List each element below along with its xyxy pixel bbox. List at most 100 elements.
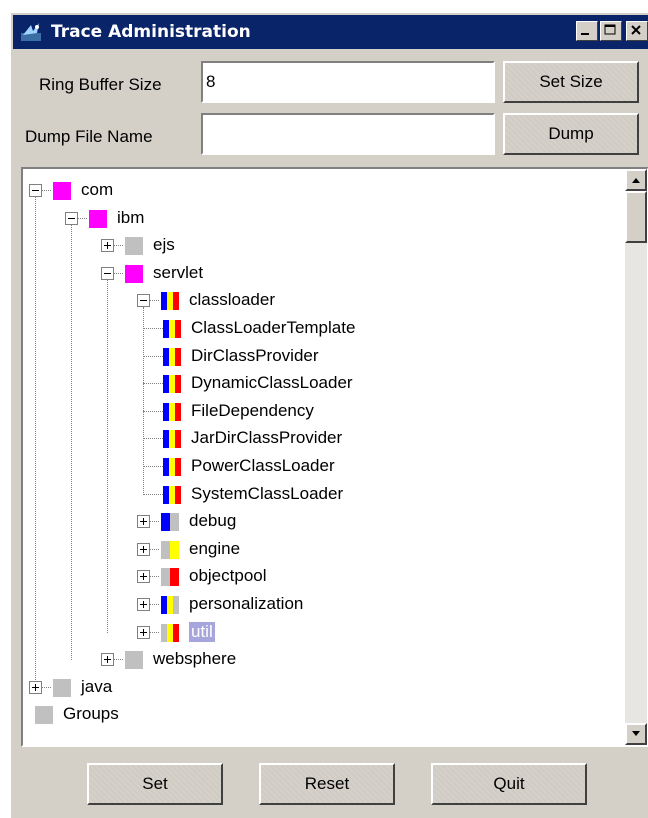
tree-guide-line: [143, 438, 163, 440]
tree-node[interactable]: JarDirClassProvider: [23, 425, 613, 453]
collapse-icon[interactable]: [101, 266, 114, 280]
ring-buffer-label: Ring Buffer Size: [39, 75, 162, 94]
tree-guide-line: [143, 355, 163, 357]
tree-node[interactable]: DirClassProvider: [23, 343, 613, 371]
tree-node-label: com: [81, 180, 114, 199]
state-blue-yellow-red-icon: [163, 458, 181, 476]
dump-button[interactable]: Dump: [503, 113, 639, 155]
scroll-down-button[interactable]: [625, 723, 647, 745]
state-blue-yellow-red-icon: [163, 430, 181, 449]
state-yellow-icon: [161, 540, 179, 559]
tree-node-label: PowerClassLoader: [191, 456, 335, 475]
tree-guide-line: [150, 604, 159, 605]
dump-file-label: Dump File Name: [25, 127, 153, 146]
trace-tree[interactable]: com ibm ejs servlet classloader ClassLoaderTe…: [23, 169, 621, 745]
tree-node[interactable]: com: [23, 177, 613, 205]
tree-node-label: personalization: [189, 594, 304, 613]
expand-icon[interactable]: [137, 625, 150, 639]
collapse-icon[interactable]: [137, 294, 150, 308]
state-magenta-icon: [53, 182, 71, 200]
tree-node[interactable]: engine: [23, 536, 613, 564]
app-icon: [19, 21, 45, 43]
tree-node[interactable]: util: [23, 619, 613, 647]
state-gray-icon: [53, 678, 71, 697]
state-gray-icon: [125, 651, 143, 670]
state-gray-icon: [35, 706, 53, 725]
tree-guide-line: [150, 576, 159, 578]
tree-guide-line: [150, 300, 159, 302]
tree-guide-line: [114, 272, 123, 274]
tree-node[interactable]: websphere: [23, 646, 613, 674]
state-blue-yellow-red-icon: [163, 375, 181, 394]
ring-buffer-input[interactable]: [201, 61, 495, 103]
tree-node-label: ibm: [117, 207, 145, 227]
tree-node[interactable]: personalization: [23, 591, 613, 619]
tree-node-label: websphere: [153, 649, 237, 669]
maximize-button[interactable]: [600, 21, 622, 41]
tree-node-label: FileDependency: [191, 400, 314, 420]
tree-node-label: classloader: [189, 290, 275, 310]
scroll-up-button[interactable]: [625, 169, 647, 191]
tree-guide-line: [143, 383, 163, 385]
set-size-button[interactable]: Set Size: [503, 61, 639, 103]
tree-guide-line: [143, 493, 163, 495]
tree-node[interactable]: java: [23, 674, 613, 702]
arrow-up-icon: [632, 178, 640, 183]
tree-node-label: ClassLoaderTemplate: [191, 318, 356, 337]
tree-node-label: Groups: [63, 704, 119, 724]
state-blue-yellow-red-icon: [163, 320, 181, 338]
tree-node-label: JarDirClassProvider: [191, 428, 343, 448]
tree-node[interactable]: PowerClassLoader: [23, 453, 613, 481]
state-gray-icon: [125, 237, 143, 256]
scroll-thumb[interactable]: [625, 191, 647, 243]
tree-node[interactable]: ejs: [23, 232, 613, 260]
expand-icon[interactable]: [101, 653, 114, 667]
tree-node-label: DynamicClassLoader: [191, 373, 353, 393]
scroll-track[interactable]: [625, 191, 647, 723]
set-button[interactable]: Set: [87, 763, 223, 805]
tree-guide-line: [143, 410, 163, 412]
expand-icon[interactable]: [137, 570, 150, 584]
tree-guide-line: [114, 245, 123, 247]
tree-guide-line: [114, 659, 123, 661]
tree-node-label: objectpool: [189, 566, 267, 586]
tree-node[interactable]: objectpool: [23, 563, 613, 591]
tree-guide-line: [143, 466, 163, 467]
tree-node[interactable]: servlet: [23, 260, 613, 288]
tree-node[interactable]: classloader: [23, 287, 613, 315]
tree-node-label: servlet: [153, 262, 204, 282]
minimize-icon: [581, 33, 589, 35]
tree-node[interactable]: ClassLoaderTemplate: [23, 315, 613, 343]
tree-node-label: util: [189, 621, 215, 642]
expand-icon[interactable]: [29, 680, 42, 694]
close-button[interactable]: [626, 21, 648, 41]
tree-guide-line: [143, 328, 163, 329]
title-bar[interactable]: Trace Administration: [13, 15, 648, 49]
tree-node-label: ejs: [153, 235, 175, 255]
tree-node-label: debug: [189, 511, 237, 531]
collapse-icon[interactable]: [29, 184, 42, 197]
expand-icon[interactable]: [137, 598, 150, 611]
expand-icon[interactable]: [101, 239, 114, 253]
tree-node[interactable]: SystemClassLoader: [23, 481, 613, 509]
reset-button[interactable]: Reset: [259, 763, 395, 805]
vertical-scrollbar[interactable]: [625, 169, 647, 745]
tree-guide-line: [42, 686, 51, 688]
trace-admin-window: Trace Administration Ring Buffer Size Se…: [10, 12, 648, 818]
tree-node[interactable]: debug: [23, 508, 613, 536]
dump-file-input[interactable]: [201, 113, 495, 155]
quit-button[interactable]: Quit: [431, 763, 587, 805]
expand-icon[interactable]: [137, 515, 150, 529]
tree-node-label: DirClassProvider: [191, 345, 319, 365]
tree-node[interactable]: ibm: [23, 205, 613, 233]
state-magenta-icon: [125, 264, 143, 283]
tree-node-label: java: [81, 676, 113, 696]
collapse-icon[interactable]: [65, 211, 78, 225]
tree-node[interactable]: FileDependency: [23, 398, 613, 426]
tree-node-label: engine: [189, 538, 241, 558]
tree-node[interactable]: DynamicClassLoader: [23, 370, 613, 398]
arrow-down-icon: [632, 731, 640, 736]
minimize-button[interactable]: [576, 21, 598, 41]
tree-node[interactable]: Groups: [23, 701, 613, 729]
expand-icon[interactable]: [137, 542, 150, 556]
